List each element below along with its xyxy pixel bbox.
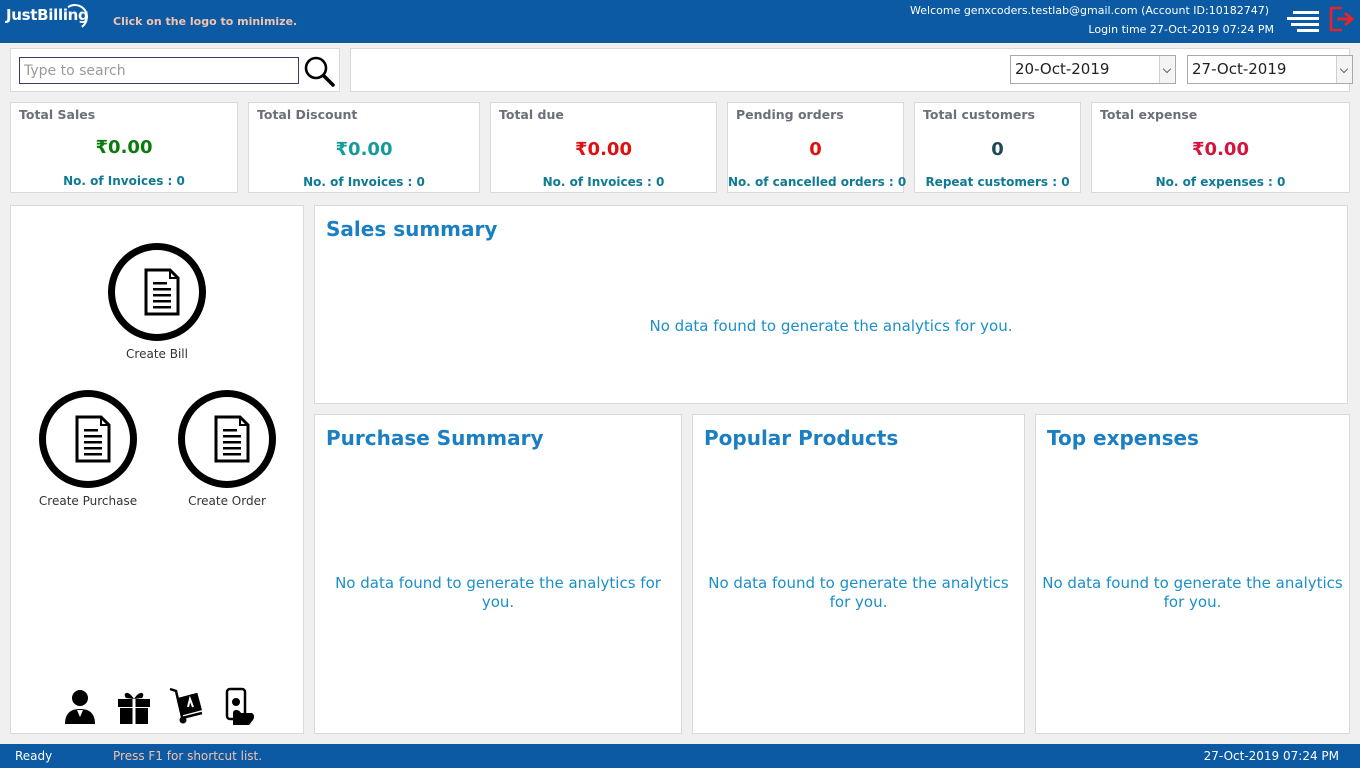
delivery-trolley-icon[interactable] xyxy=(168,687,204,725)
logout-icon[interactable] xyxy=(1328,6,1356,32)
stat-value: 0 xyxy=(809,139,822,160)
document-icon[interactable] xyxy=(108,243,206,341)
minimize-hint: Click on the logo to minimize. xyxy=(113,15,298,28)
shortcut-hint: Press F1 for shortcut list. xyxy=(113,749,263,763)
create-bill-label[interactable]: Create Bill xyxy=(92,347,222,361)
stat-title: Total customers xyxy=(923,107,1035,122)
panel-title: Purchase Summary xyxy=(326,426,544,450)
welcome-text: Welcome genxcoders.testlab@gmail.com (Ac… xyxy=(910,4,1269,17)
login-time: Login time 27-Oct-2019 07:24 PM xyxy=(1088,23,1274,36)
purchase-summary-panel: Purchase Summary No data found to genera… xyxy=(314,414,682,734)
empty-message-line: you. xyxy=(481,593,515,611)
create-bill-button[interactable]: Create Bill xyxy=(92,243,222,361)
create-purchase-label[interactable]: Create Purchase xyxy=(23,494,153,508)
empty-message-line: No data found to generate the analytics xyxy=(1042,574,1343,592)
stat-value: 0 xyxy=(991,139,1004,160)
chevron-down-icon[interactable] xyxy=(1336,56,1352,83)
stat-title: Total Sales xyxy=(19,107,96,122)
hamburger-menu-icon[interactable] xyxy=(1287,11,1319,32)
status-ready: Ready xyxy=(15,749,53,763)
empty-message: No data found to generate the analytics … xyxy=(323,574,673,612)
stat-card-total-discount[interactable]: Total Discount ₹0.00 No. of Invoices : 0 xyxy=(248,102,480,193)
mobile-payment-icon[interactable] xyxy=(221,687,257,725)
popular-products-panel: Popular Products No data found to genera… xyxy=(692,414,1025,734)
create-order-label[interactable]: Create Order xyxy=(162,494,292,508)
stat-card-pending-orders[interactable]: Pending orders 0 No. of cancelled orders… xyxy=(727,102,907,193)
stat-card-total-due[interactable]: Total due ₹0.00 No. of Invoices : 0 xyxy=(490,102,717,193)
panel-title: Sales summary xyxy=(326,217,498,241)
stat-sub: No. of Invoices : 0 xyxy=(303,175,425,189)
empty-message: No data found to generate the analytics … xyxy=(701,574,1016,612)
status-datetime: 27-Oct-2019 07:24 PM xyxy=(1203,749,1339,763)
empty-message-line: for you. xyxy=(1163,593,1222,611)
stat-value: ₹0.00 xyxy=(575,139,632,160)
stat-sub: No. of Invoices : 0 xyxy=(542,175,665,189)
empty-message: No data found to generate the analytics … xyxy=(649,317,1013,335)
stat-title: Total Discount xyxy=(257,107,358,122)
stat-title: Total due xyxy=(499,107,564,122)
stat-sub: No. of cancelled orders : 0 xyxy=(728,175,907,189)
stat-value: ₹0.00 xyxy=(335,139,393,160)
sales-summary-panel: Sales summary No data found to generate … xyxy=(314,205,1348,404)
empty-message: No data found to generate the analytics … xyxy=(1040,574,1345,612)
empty-message-line: for you. xyxy=(829,593,888,611)
stat-value: ₹0.00 xyxy=(1192,139,1249,160)
search-icon[interactable] xyxy=(303,55,335,87)
search-box xyxy=(10,48,340,92)
status-bar: Ready Press F1 for shortcut list. 27-Oct… xyxy=(0,744,1360,768)
top-expenses-panel: Top expenses No data found to generate t… xyxy=(1035,414,1350,734)
create-order-button[interactable]: Create Order xyxy=(162,390,292,508)
stat-card-total-expense[interactable]: Total expense ₹0.00 No. of expenses : 0 xyxy=(1091,102,1350,193)
date-range-bar: 20-Oct-2019 27-Oct-2019 xyxy=(350,48,1353,92)
to-date-value: 27-Oct-2019 xyxy=(1192,60,1287,78)
customer-icon[interactable] xyxy=(62,687,98,725)
empty-message-line: No data found to generate the analytics xyxy=(708,574,1009,592)
from-date-value: 20-Oct-2019 xyxy=(1015,60,1110,78)
chevron-down-icon[interactable] xyxy=(1159,56,1175,83)
stat-title: Total expense xyxy=(1100,107,1198,122)
stat-sub: No. of Invoices : 0 xyxy=(63,174,185,188)
stat-sub: No. of expenses : 0 xyxy=(1155,175,1286,189)
create-purchase-button[interactable]: Create Purchase xyxy=(23,390,153,508)
stat-value: ₹0.00 xyxy=(95,137,153,158)
document-icon[interactable] xyxy=(178,390,276,488)
stat-card-total-customers[interactable]: Total customers 0 Repeat customers : 0 xyxy=(914,102,1081,193)
gift-icon[interactable] xyxy=(116,687,152,725)
stat-title: Pending orders xyxy=(736,107,844,122)
stat-card-total-sales[interactable]: Total Sales ₹0.00 No. of Invoices : 0 xyxy=(10,102,238,193)
stat-sub: Repeat customers : 0 xyxy=(925,175,1070,189)
panel-title: Top expenses xyxy=(1047,426,1199,450)
empty-message-line: No data found to generate the analytics … xyxy=(335,574,661,592)
from-date-select[interactable]: 20-Oct-2019 xyxy=(1010,55,1176,84)
panel-title: Popular Products xyxy=(704,426,899,450)
to-date-select[interactable]: 27-Oct-2019 xyxy=(1187,55,1353,84)
top-bar: JustBilling Click on the logo to minimiz… xyxy=(0,0,1360,43)
search-input[interactable] xyxy=(19,57,299,84)
document-icon[interactable] xyxy=(39,390,137,488)
